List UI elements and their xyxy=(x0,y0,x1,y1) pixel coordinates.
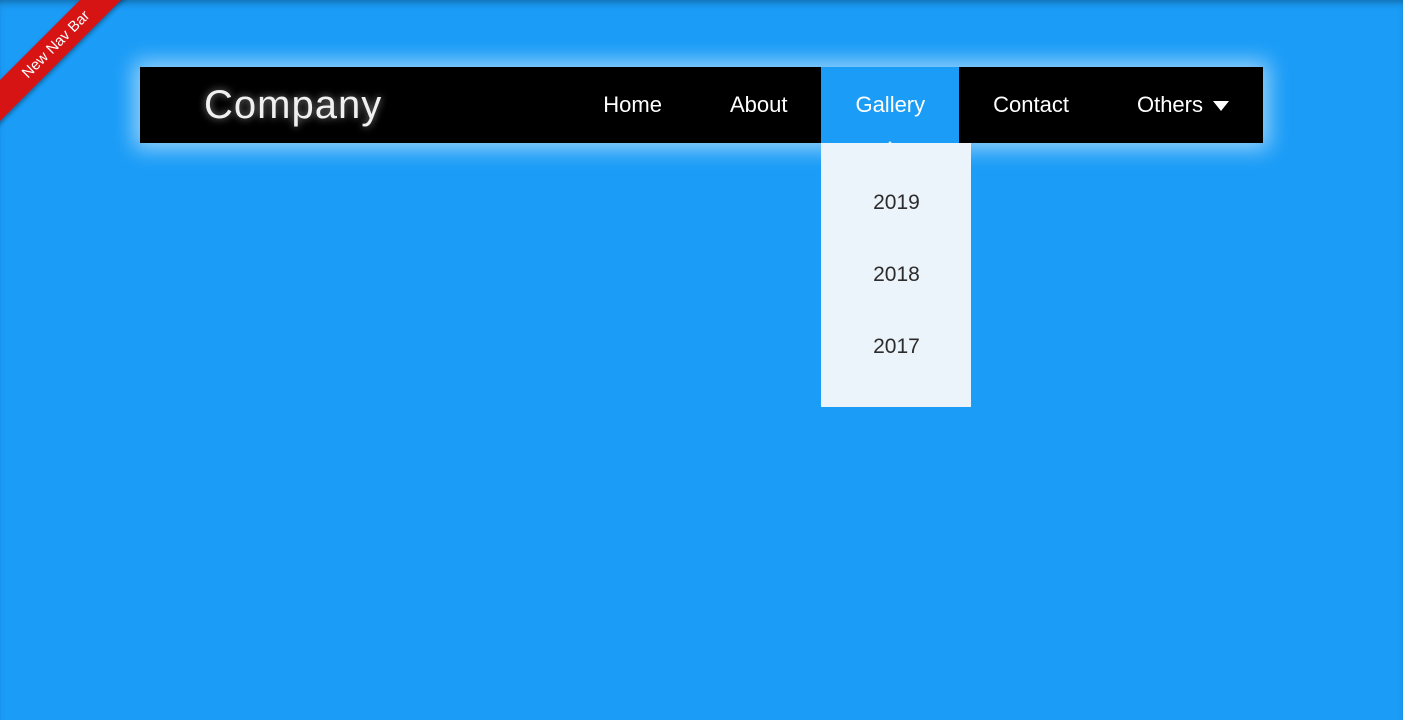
nav-link-others[interactable]: Others xyxy=(1103,67,1263,143)
nav-link-others-label: Others xyxy=(1137,92,1203,118)
dropdown-item: 2017 xyxy=(821,311,971,383)
main-navbar: Company Home About Gallery 2019 2018 201… xyxy=(140,67,1263,143)
caret-down-icon xyxy=(1213,99,1229,111)
nav-item-contact: Contact xyxy=(959,67,1103,143)
dropdown-link-2018[interactable]: 2018 xyxy=(821,239,971,311)
nav-menu: Home About Gallery 2019 2018 2017 Contac… xyxy=(569,67,1263,143)
nav-item-gallery: Gallery 2019 2018 2017 xyxy=(821,67,959,143)
dropdown-item: 2019 xyxy=(821,167,971,239)
nav-item-about: About xyxy=(696,67,822,143)
nav-link-contact[interactable]: Contact xyxy=(959,67,1103,143)
nav-link-gallery[interactable]: Gallery xyxy=(821,67,959,143)
corner-ribbon-label: New Nav Bar xyxy=(0,0,144,133)
dropdown-link-2019[interactable]: 2019 xyxy=(821,167,971,239)
nav-link-home[interactable]: Home xyxy=(569,67,696,143)
dropdown-item: 2018 xyxy=(821,239,971,311)
nav-link-about[interactable]: About xyxy=(696,67,822,143)
dropdown-link-2017[interactable]: 2017 xyxy=(821,311,971,383)
brand-logo[interactable]: Company xyxy=(140,83,442,128)
nav-item-home: Home xyxy=(569,67,696,143)
nav-item-others: Others xyxy=(1103,67,1263,143)
gallery-dropdown: 2019 2018 2017 xyxy=(821,143,971,407)
